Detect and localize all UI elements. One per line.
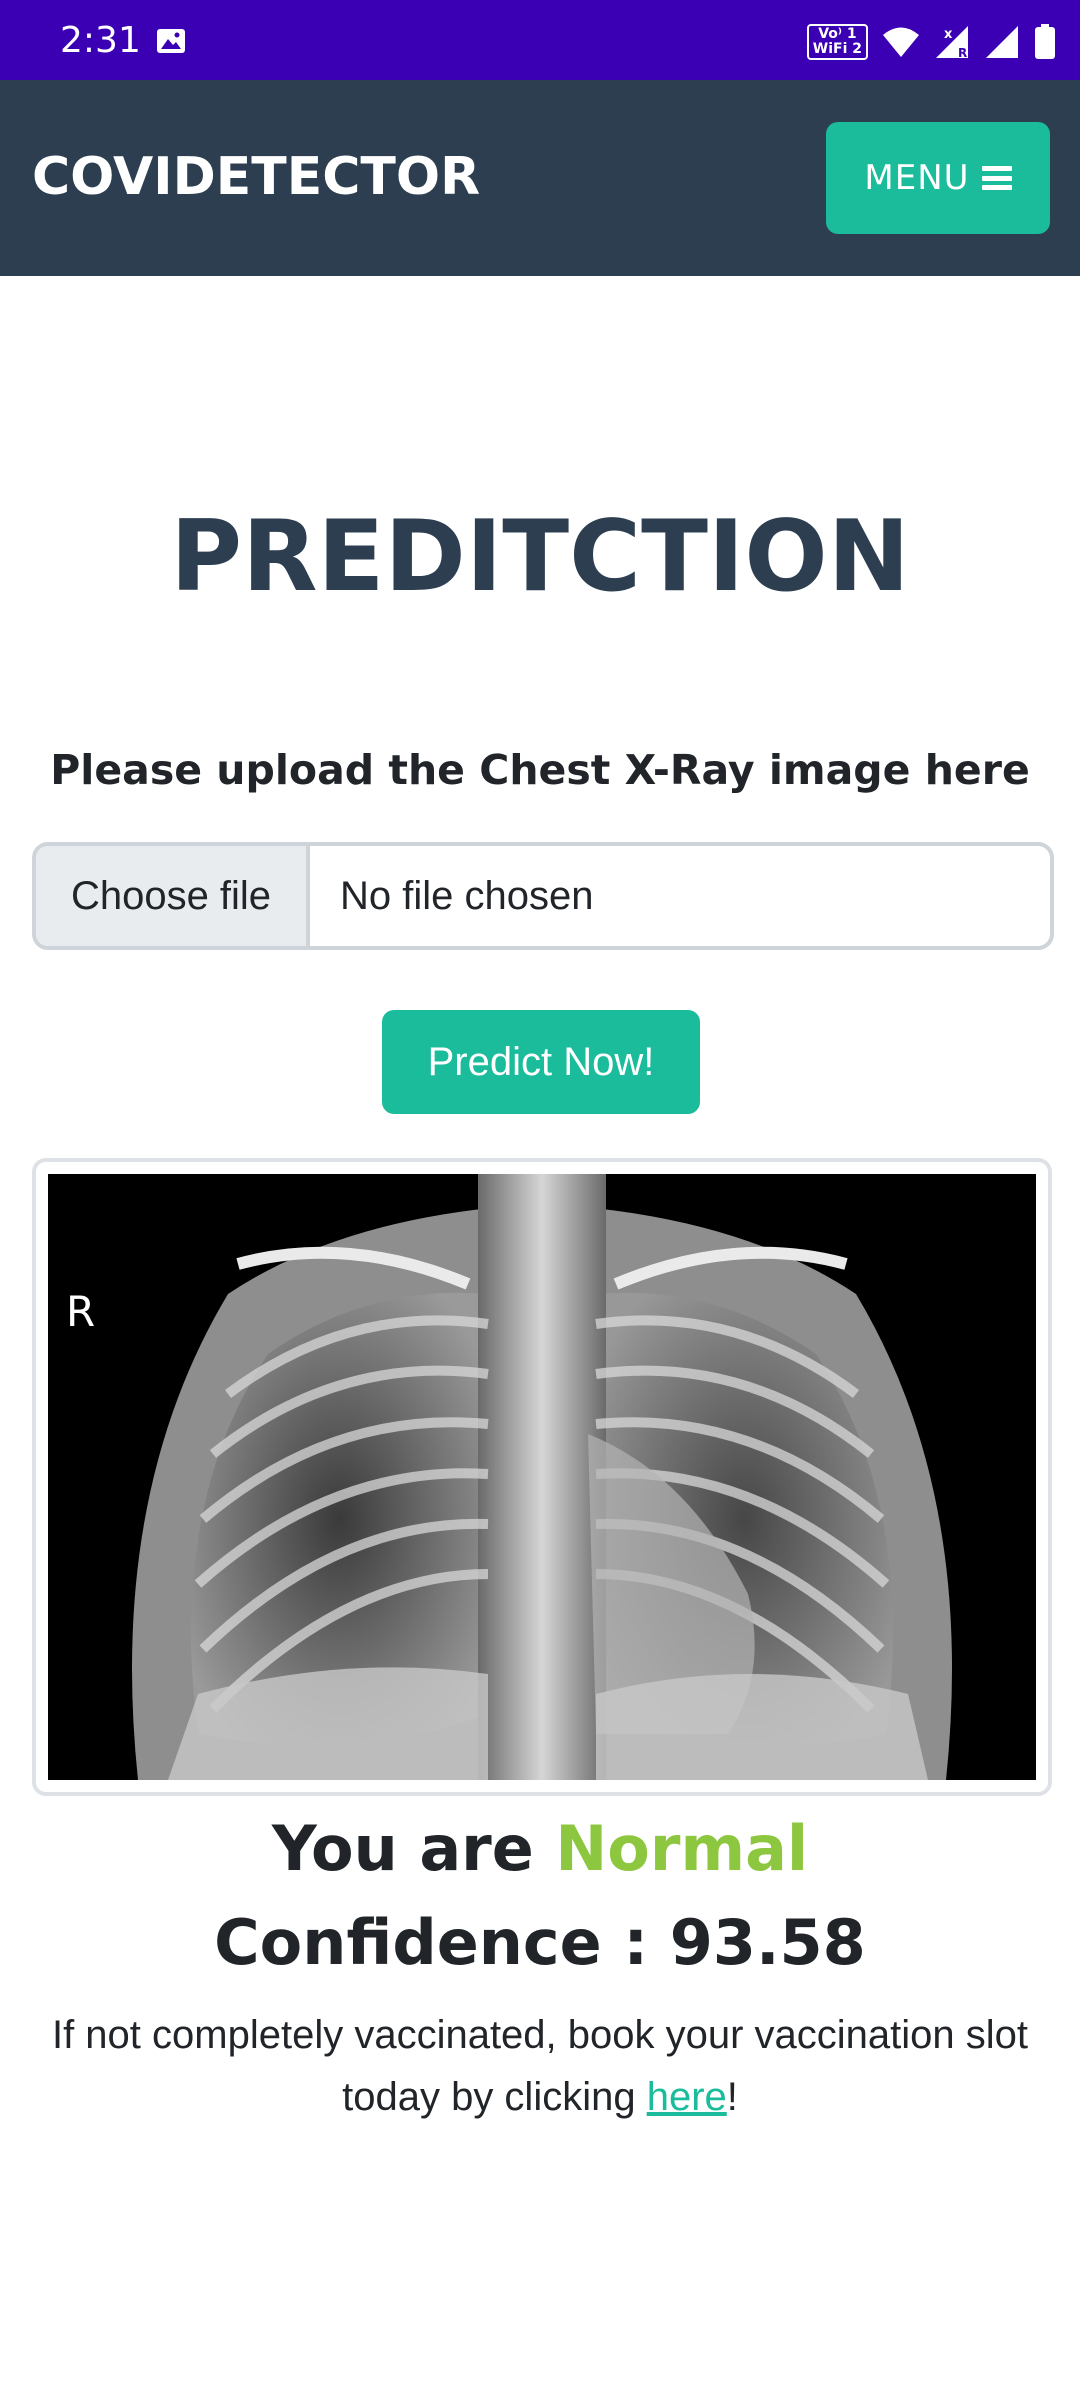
wifi-icon bbox=[883, 27, 919, 57]
xray-side-marker: R bbox=[66, 1287, 95, 1336]
svg-text:x: x bbox=[944, 27, 953, 42]
confidence-score: Confidence : 93.58 bbox=[214, 1906, 866, 1979]
menu-button[interactable]: MENU bbox=[826, 122, 1050, 234]
result-value: Normal bbox=[555, 1812, 809, 1885]
vowifi-badge: Vo⁾ 1 WiFi 2 bbox=[806, 24, 868, 60]
upload-label: Please upload the Chest X-Ray image here bbox=[50, 746, 1030, 794]
gallery-icon bbox=[157, 29, 185, 53]
vaccination-link[interactable]: here bbox=[647, 2075, 727, 2119]
bars-icon bbox=[981, 166, 1012, 190]
predict-button[interactable]: Predict Now! bbox=[382, 1010, 700, 1114]
vaccination-text-end: ! bbox=[726, 2075, 738, 2119]
brand-logo[interactable]: COVIDETECTOR bbox=[32, 147, 480, 207]
result-prefix: You are bbox=[271, 1812, 534, 1885]
svg-text:R: R bbox=[958, 46, 967, 60]
status-time: 2:31 bbox=[60, 20, 141, 61]
status-bar: 2:31 Vo⁾ 1 WiFi 2 x R bbox=[0, 0, 1080, 80]
navbar: COVIDETECTOR MENU bbox=[0, 80, 1080, 276]
page-title: PREDITCTION bbox=[170, 500, 910, 614]
vaccination-text: If not completely vaccinated, book your … bbox=[51, 2013, 1029, 2119]
xray-image-frame: R bbox=[32, 1158, 1052, 1796]
file-status: No file chosen bbox=[340, 873, 594, 918]
menu-label: MENU bbox=[864, 158, 970, 198]
prediction-result: You are Normal bbox=[0, 1812, 1080, 1885]
signal-icon bbox=[986, 26, 1018, 58]
battery-icon bbox=[1035, 24, 1055, 59]
status-icons: Vo⁾ 1 WiFi 2 x R bbox=[806, 24, 1056, 60]
choose-file-button[interactable]: Choose file bbox=[36, 846, 310, 946]
chest-xray-image: R bbox=[48, 1174, 1036, 1780]
file-input[interactable]: Choose file No file chosen bbox=[32, 842, 1054, 950]
vaccination-message: If not completely vaccinated, book your … bbox=[30, 2004, 1050, 2128]
signal-x-icon: x R bbox=[936, 26, 968, 60]
